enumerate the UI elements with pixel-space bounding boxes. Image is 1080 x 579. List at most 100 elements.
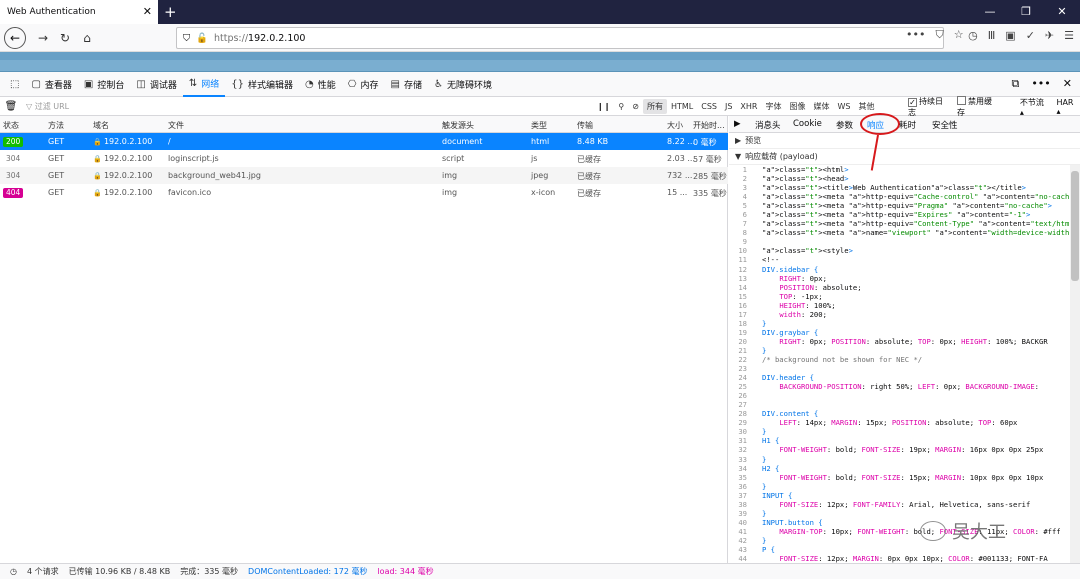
- close-window-icon[interactable]: ✕: [1044, 0, 1080, 24]
- column-header[interactable]: 方法: [48, 120, 64, 131]
- sidebar-icon[interactable]: ▣: [1005, 29, 1015, 42]
- accessibility-icon: ♿: [433, 78, 443, 90]
- column-header[interactable]: 触发源头: [442, 120, 474, 131]
- extension2-icon[interactable]: ✈: [1045, 29, 1054, 42]
- console-icon: ▣: [83, 78, 94, 90]
- new-tab-icon[interactable]: +: [164, 3, 177, 21]
- line-number: 9: [742, 237, 747, 247]
- devtools-tab-4[interactable]: {} 样式编辑器: [225, 72, 299, 97]
- toggle-panel-icon[interactable]: ▶: [734, 119, 741, 129]
- details-tab-0[interactable]: 消息头: [755, 119, 781, 131]
- column-header[interactable]: 大小: [667, 120, 683, 131]
- details-tab-3[interactable]: 响应: [867, 119, 884, 131]
- block-icon[interactable]: ⊘: [628, 102, 643, 111]
- filter-type-7[interactable]: 媒体: [809, 101, 833, 112]
- devtools-tab-0[interactable]: ▢ 查看器: [25, 72, 77, 97]
- minimize-icon[interactable]: —: [972, 0, 1008, 24]
- extension-icon[interactable]: ✓: [1026, 29, 1035, 42]
- menu-icon[interactable]: ☰: [1064, 29, 1074, 42]
- line-number: 12: [738, 264, 747, 274]
- line-number: 40: [738, 517, 747, 527]
- lock-warning-icon[interactable]: 🔓: [196, 33, 208, 44]
- persist-logs-checkbox[interactable]: ✓ 持续日志: [908, 96, 951, 118]
- devtools-tab-5[interactable]: ◔ 性能: [299, 72, 342, 97]
- history-icon[interactable]: ◷: [968, 29, 978, 42]
- inspector-icon: ▢: [31, 78, 41, 90]
- row-transferred: 已缓存: [577, 172, 601, 181]
- column-header[interactable]: 文件: [168, 120, 184, 131]
- devtools-tab-2[interactable]: ◫ 调试器: [130, 72, 182, 97]
- column-header[interactable]: 传输: [577, 120, 593, 131]
- code-line: 28 DIV.content {: [729, 409, 1069, 418]
- devtools-tab-label: 内存: [360, 80, 379, 91]
- devtools-tab-6[interactable]: ⎔ 内存: [342, 72, 385, 97]
- filter-type-6[interactable]: 图像: [785, 101, 809, 112]
- devtools-tab-3[interactable]: ⇅ 网络: [182, 72, 226, 97]
- tab-title: Web Authentication: [7, 7, 96, 17]
- disable-cache-checkbox[interactable]: 禁用缓存: [956, 95, 1000, 118]
- column-header[interactable]: 状态: [3, 120, 19, 131]
- row-method: GET: [48, 188, 65, 197]
- details-tab-1[interactable]: Cookie: [793, 119, 822, 129]
- filter-type-1[interactable]: HTML: [667, 102, 697, 111]
- details-tab-5[interactable]: 安全性: [932, 119, 958, 131]
- row-file: /: [168, 137, 171, 146]
- url-bar[interactable]: ⛉ 🔓 https:// 192.0.2.100 ••• ⛉ ☆: [176, 27, 964, 49]
- trash-icon[interactable]: 🗑: [0, 101, 22, 112]
- row-transferred: 已缓存: [577, 155, 601, 164]
- devtools-more-icon[interactable]: •••: [1031, 77, 1050, 91]
- devtools-tab-1[interactable]: ▣ 控制台: [78, 72, 130, 97]
- filter-type-5[interactable]: 字体: [761, 101, 785, 112]
- row-method: GET: [48, 137, 65, 146]
- line-number: 10: [738, 246, 747, 256]
- column-header[interactable]: 类型: [531, 120, 547, 131]
- column-header[interactable]: 域名: [93, 120, 109, 131]
- devtools-tab-7[interactable]: ▤ 存储: [385, 72, 428, 97]
- code-line: 34 H2 {: [729, 464, 1069, 473]
- har-menu[interactable]: HAR ▴: [1056, 98, 1080, 116]
- payload-section[interactable]: ▼ 响应载荷 (payload): [729, 149, 1080, 165]
- forward-icon[interactable]: →: [32, 31, 54, 45]
- table-row[interactable]: 304 GET 🔒 192.0.2.100 loginscript.js script j…: [0, 150, 728, 167]
- reload-icon[interactable]: ↻: [54, 31, 76, 45]
- scrollbar-thumb[interactable]: [1071, 171, 1079, 281]
- details-tab-2[interactable]: 参数: [836, 119, 853, 131]
- line-number: 17: [738, 309, 747, 319]
- devtools-close-icon[interactable]: ✕: [1063, 77, 1072, 91]
- devtools-tab-label: 查看器: [44, 80, 72, 91]
- close-tab-icon[interactable]: ✕: [143, 5, 152, 18]
- dock-icon[interactable]: ⧉: [1011, 77, 1019, 91]
- filter-type-4[interactable]: XHR: [736, 102, 761, 111]
- back-icon[interactable]: ←: [4, 26, 26, 49]
- restore-icon[interactable]: ❐: [1008, 0, 1044, 24]
- preview-section[interactable]: ▶ 预览: [729, 133, 1080, 149]
- filter-type-2[interactable]: CSS: [697, 102, 721, 111]
- filter-url-input[interactable]: ▽ 过滤 URL: [26, 101, 69, 112]
- column-header[interactable]: 开始时...: [693, 120, 725, 131]
- library-icon[interactable]: Ⅲ: [988, 29, 996, 42]
- row-cause: img: [442, 171, 458, 180]
- line-number: 15: [738, 291, 747, 301]
- pick-element-icon[interactable]: ⬚: [4, 72, 25, 97]
- search-icon[interactable]: ⚲: [614, 102, 628, 111]
- filter-type-0[interactable]: 所有: [642, 99, 667, 114]
- row-type: jpeg: [531, 171, 549, 180]
- lock-icon: 🔒: [93, 189, 104, 197]
- domain-text: 192.0.2.100: [103, 188, 153, 197]
- home-icon[interactable]: ⌂: [76, 31, 98, 45]
- table-row[interactable]: 200 GET 🔒 192.0.2.100 / document html 8.48 KB 8…: [0, 133, 728, 150]
- table-row[interactable]: 304 GET 🔒 192.0.2.100 background_web41.jpg i…: [0, 167, 728, 184]
- filter-type-8[interactable]: WS: [833, 102, 854, 111]
- pause-icon[interactable]: ❙❙: [593, 102, 614, 111]
- filter-type-9[interactable]: 其他: [854, 101, 878, 112]
- line-number: 29: [738, 418, 747, 428]
- filter-type-3[interactable]: JS: [721, 102, 736, 111]
- throttle-select[interactable]: 不节流 ▴: [1020, 97, 1051, 117]
- table-row[interactable]: 404 GET 🔒 192.0.2.100 favicon.ico img x-icon 已…: [0, 184, 728, 201]
- browser-tab[interactable]: Web Authentication ✕: [0, 0, 158, 24]
- devtools-tab-8[interactable]: ♿ 无障碍环境: [428, 72, 498, 97]
- shield-icon[interactable]: ⛉: [183, 33, 190, 44]
- line-number: 37: [738, 490, 747, 500]
- code-scrollbar[interactable]: [1070, 165, 1080, 563]
- details-tab-4[interactable]: 耗时: [899, 119, 916, 131]
